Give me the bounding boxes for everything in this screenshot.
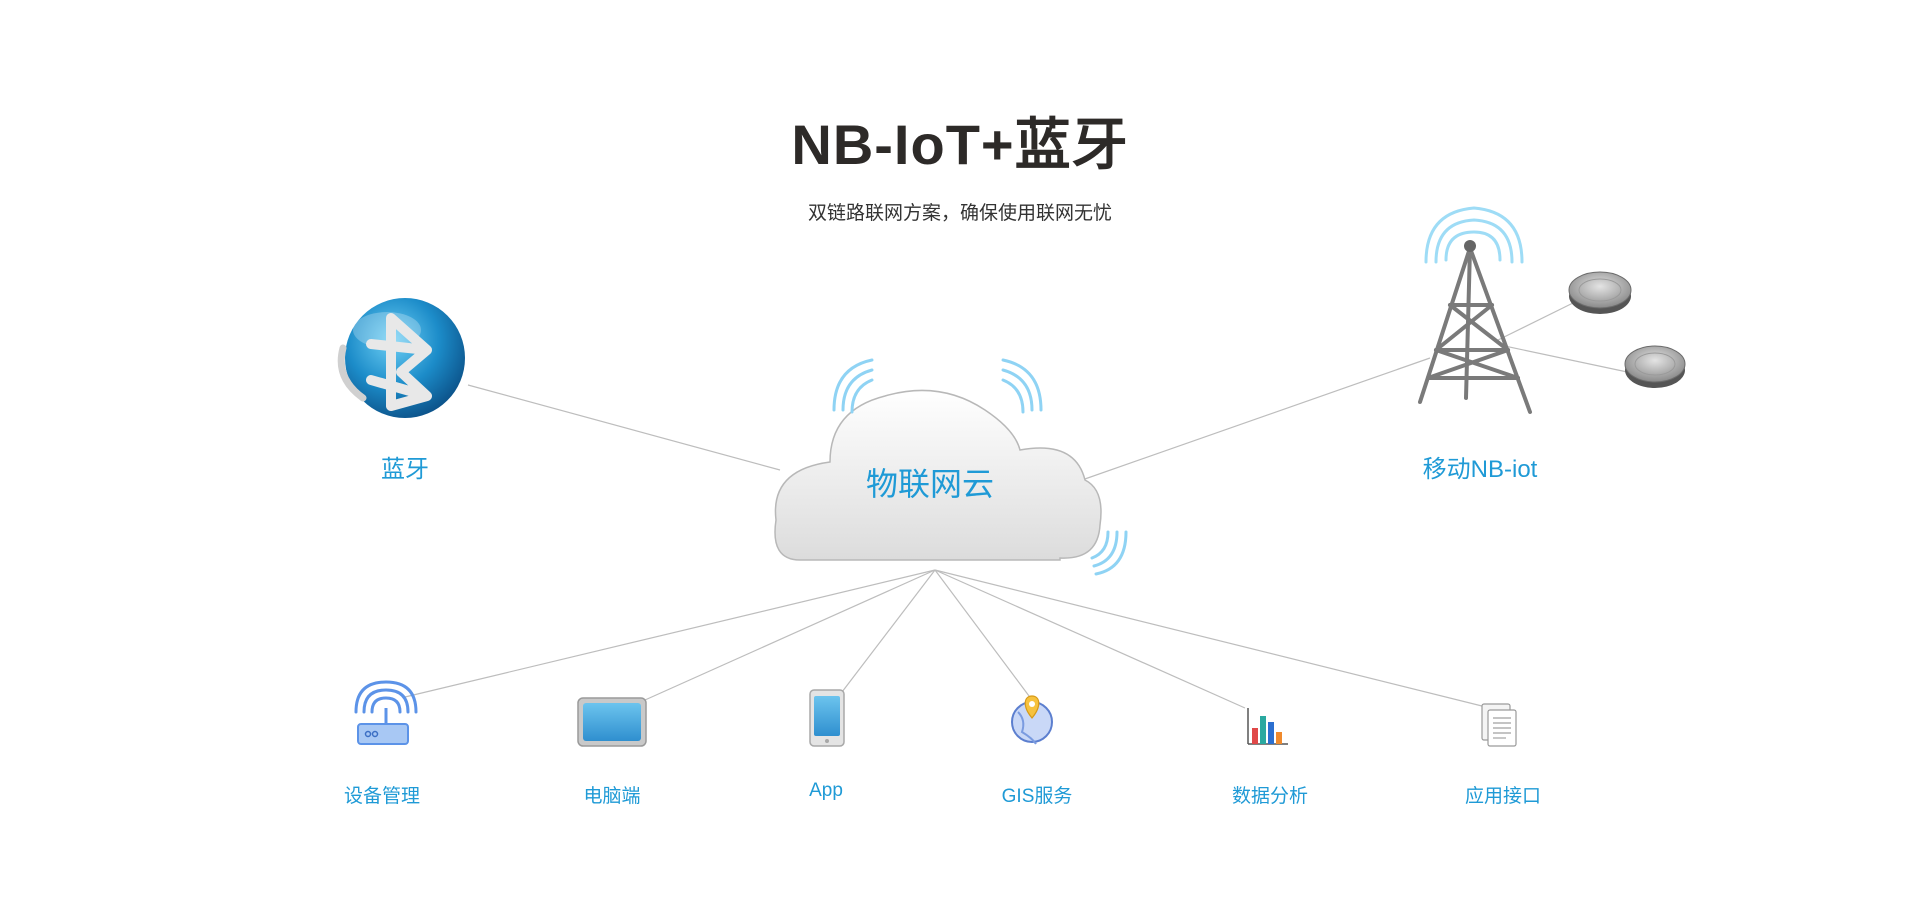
- line-cloud-device: [404, 569, 936, 698]
- input-label-nb-iot: 移动NB-iot: [1422, 456, 1538, 483]
- hub-label-cloud: 物联网云: [865, 466, 995, 502]
- line-cloud-gis: [934, 569, 1033, 701]
- monitor-icon: [577, 697, 647, 747]
- output-label-app: App: [809, 780, 843, 801]
- line-tower-sensor-1: [1497, 301, 1576, 341]
- output-label-pc: 电脑端: [583, 786, 641, 807]
- page-title: NB-IoT+蓝牙: [791, 113, 1129, 176]
- router-icon: [354, 680, 418, 745]
- bluetooth-icon: [337, 298, 465, 418]
- page-subtitle: 双链路联网方案，确保使用联网无忧: [807, 203, 1112, 224]
- globe-pin-icon: [1011, 695, 1053, 745]
- input-label-bluetooth: 蓝牙: [381, 456, 429, 483]
- line-tower-sensor-2: [1499, 344, 1633, 374]
- output-label-gis: GIS服务: [1001, 786, 1073, 807]
- sensor-disk-icon: [1624, 345, 1686, 388]
- cell-tower-icon: [1418, 206, 1532, 414]
- documents-icon: [1481, 703, 1517, 747]
- line-tower-cloud: [1081, 357, 1431, 481]
- line-cloud-app: [841, 569, 936, 693]
- sensor-disk-icon: [1568, 271, 1632, 314]
- line-cloud-pc: [644, 569, 936, 701]
- line-cloud-data: [934, 569, 1246, 709]
- bar-chart-icon: [1247, 708, 1288, 745]
- output-label-device-management: 设备管理: [343, 786, 421, 807]
- output-label-api: 应用接口: [1464, 786, 1542, 807]
- phone-icon: [809, 689, 845, 747]
- line-cloud-api: [934, 569, 1491, 709]
- line-bluetooth-cloud: [467, 384, 781, 471]
- output-label-data-analysis: 数据分析: [1231, 786, 1309, 807]
